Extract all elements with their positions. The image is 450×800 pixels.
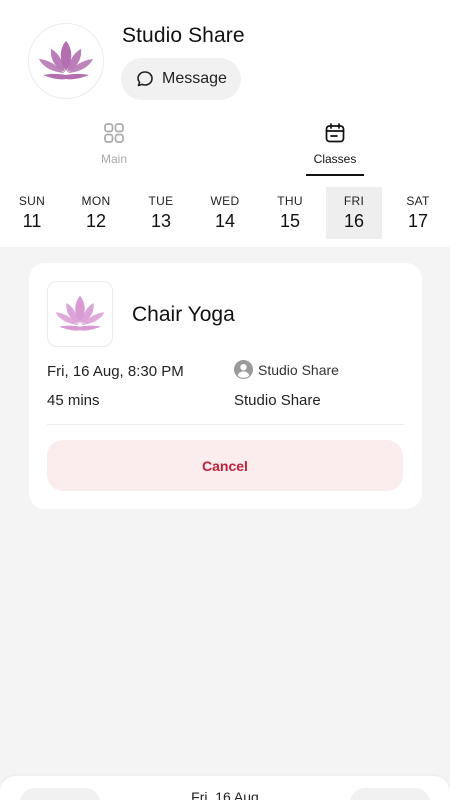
day-date: 11 — [22, 211, 42, 231]
message-button[interactable]: Message — [121, 58, 241, 100]
next-day-button[interactable] — [350, 788, 430, 800]
instructor-name: Studio Share — [258, 361, 339, 378]
day-sat[interactable]: SAT 17 — [390, 187, 446, 239]
message-button-label: Message — [162, 70, 227, 87]
cancel-button[interactable]: Cancel — [47, 440, 403, 491]
day-date: 14 — [214, 211, 236, 231]
day-name: FRI — [343, 194, 365, 208]
studio-name: Studio Share — [122, 24, 245, 47]
lotus-logo-icon — [39, 41, 93, 80]
tab-main[interactable]: Main — [84, 122, 144, 166]
day-date: 17 — [407, 211, 429, 231]
class-datetime: Fri, 16 Aug, 8:30 PM — [47, 363, 184, 380]
day-fri-selected[interactable]: FRI 16 — [326, 187, 382, 239]
tab-classes-label: Classes — [313, 152, 357, 166]
class-thumbnail — [47, 281, 113, 347]
day-name: TUE — [148, 194, 174, 208]
day-tue[interactable]: TUE 13 — [133, 187, 189, 239]
day-date: 12 — [85, 211, 107, 231]
day-name: SUN — [18, 194, 46, 208]
instructor: Studio Share — [234, 360, 339, 379]
user-avatar-icon — [234, 360, 253, 379]
day-name: WED — [210, 194, 240, 208]
day-date: 16 — [343, 211, 365, 231]
divider — [47, 424, 404, 425]
header-section: Studio Share Message Main Classes SUN 11… — [0, 0, 450, 247]
day-name: SAT — [406, 194, 430, 208]
class-location: Studio Share — [234, 392, 321, 409]
day-name: MON — [81, 194, 111, 208]
day-thu[interactable]: THU 15 — [262, 187, 318, 239]
tab-classes[interactable]: Classes — [305, 122, 365, 166]
class-card[interactable]: Chair Yoga Fri, 16 Aug, 8:30 PM 45 mins … — [29, 263, 422, 509]
lotus-logo-icon — [55, 295, 105, 331]
day-date: 15 — [279, 211, 301, 231]
tab-main-label: Main — [100, 152, 127, 166]
grid-icon — [104, 123, 124, 143]
class-duration: 45 mins — [47, 392, 100, 409]
day-wed[interactable]: WED 14 — [197, 187, 253, 239]
day-date: 13 — [150, 211, 172, 231]
day-mon[interactable]: MON 12 — [68, 187, 124, 239]
active-tab-indicator — [306, 174, 364, 176]
studio-avatar[interactable] — [28, 23, 104, 99]
class-title: Chair Yoga — [132, 303, 235, 326]
day-sun[interactable]: SUN 11 — [4, 187, 60, 239]
day-name: THU — [277, 194, 303, 208]
week-day-selector: SUN 11 MON 12 TUE 13 WED 14 THU 15 FRI 1… — [0, 187, 450, 239]
cancel-button-label: Cancel — [202, 457, 248, 474]
calendar-icon — [325, 123, 345, 143]
bottom-sheet: Fri, 16 Aug — [0, 776, 450, 800]
chat-bubble-icon — [137, 71, 153, 87]
